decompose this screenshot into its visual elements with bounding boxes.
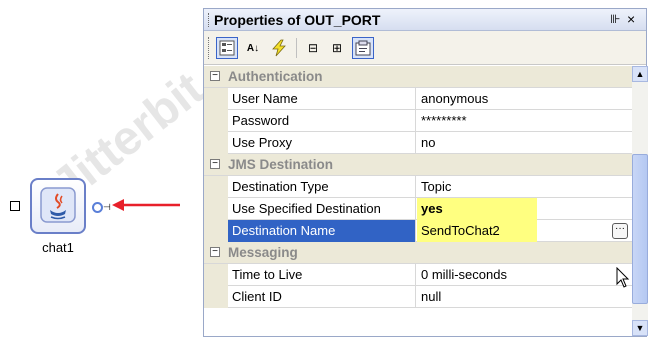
property-pages-button[interactable] <box>352 37 374 59</box>
property-row[interactable]: Time to Live 0 milli-seconds <box>204 264 632 286</box>
expand-button[interactable]: ⊞ <box>326 37 348 59</box>
pin-icon[interactable]: ⊪ <box>610 12 620 26</box>
row-gutter <box>204 176 228 198</box>
property-row[interactable]: Destination Type Topic <box>204 176 632 198</box>
vertical-scrollbar[interactable]: ▲ ▼ <box>632 66 648 336</box>
property-grid: − Authentication User Name anonymous Pas… <box>204 66 632 336</box>
expand-icon: ⊞ <box>331 41 343 55</box>
alphabetical-button[interactable]: A↓ <box>242 37 264 59</box>
property-value[interactable]: Topic <box>417 176 632 198</box>
row-gutter <box>204 264 228 286</box>
row-gutter <box>204 110 228 132</box>
row-gutter <box>204 220 228 242</box>
category-messaging[interactable]: − Messaging <box>204 242 632 264</box>
toolbar-grip[interactable] <box>208 37 211 59</box>
panel-title-bar: Properties of OUT_PORT ⊪ × <box>204 9 646 31</box>
row-gutter <box>204 198 228 220</box>
property-value[interactable]: anonymous <box>417 88 632 110</box>
property-name: Use Proxy <box>228 132 416 154</box>
property-name: User Name <box>228 88 416 110</box>
toolbar: A↓ ⊟ ⊞ <box>204 31 646 65</box>
scroll-up-icon[interactable]: ▲ <box>632 66 648 82</box>
property-value[interactable]: null <box>417 286 632 308</box>
chat-node[interactable] <box>30 178 86 234</box>
red-arrow-icon <box>112 199 180 211</box>
row-gutter <box>204 132 228 154</box>
property-row[interactable]: Client ID null <box>204 286 632 308</box>
collapse-icon: ⊟ <box>307 41 319 55</box>
property-value[interactable]: no <box>417 132 632 154</box>
category-authentication[interactable]: − Authentication <box>204 66 632 88</box>
property-name: Client ID <box>228 286 416 308</box>
property-value[interactable]: yes <box>417 198 537 220</box>
property-name: Password <box>228 110 416 132</box>
category-label: Authentication <box>228 69 323 84</box>
category-label: JMS Destination <box>228 157 334 172</box>
properties-panel: Properties of OUT_PORT ⊪ × A↓ ⊟ ⊞ − Auth… <box>203 8 648 337</box>
property-value[interactable]: 0 milli-seconds <box>417 264 632 286</box>
close-icon[interactable]: × <box>627 11 635 27</box>
destination-name-input[interactable]: SendToChat2 <box>417 220 537 242</box>
row-gutter <box>204 286 228 308</box>
plug-icon: ⊣ <box>103 202 111 212</box>
category-jms-destination[interactable]: − JMS Destination <box>204 154 632 176</box>
property-name: Destination Type <box>228 176 416 198</box>
property-pages-icon <box>355 40 371 56</box>
collapse-toggle-icon[interactable]: − <box>210 71 220 81</box>
property-row-selected[interactable]: Destination Name SendToChat2 ··· <box>204 220 632 242</box>
categorized-icon <box>219 40 235 56</box>
grip-handle[interactable] <box>208 13 211 27</box>
node-label: chat1 <box>42 240 74 255</box>
property-row[interactable]: Use Specified Destination yes <box>204 198 632 220</box>
sort-az-icon: A↓ <box>246 42 260 54</box>
scroll-thumb[interactable] <box>632 154 648 304</box>
input-port[interactable] <box>10 201 20 211</box>
row-gutter <box>204 88 228 110</box>
property-row[interactable]: Use Proxy no <box>204 132 632 154</box>
property-value[interactable]: ********* <box>417 110 632 132</box>
property-name: Time to Live <box>228 264 416 286</box>
toolbar-separator <box>296 38 297 58</box>
output-port[interactable] <box>92 202 103 213</box>
property-row[interactable]: Password ********* <box>204 110 632 132</box>
categorized-button[interactable] <box>216 37 238 59</box>
collapse-toggle-icon[interactable]: − <box>210 247 220 257</box>
java-icon <box>40 187 76 223</box>
panel-title: Properties of OUT_PORT <box>214 12 381 28</box>
events-button[interactable] <box>268 37 290 59</box>
mouse-cursor-icon <box>616 267 630 288</box>
property-name: Use Specified Destination <box>228 198 416 220</box>
lightning-icon <box>272 39 286 57</box>
category-label: Messaging <box>228 245 298 260</box>
collapse-button[interactable]: ⊟ <box>302 37 324 59</box>
property-name: Destination Name <box>228 220 416 242</box>
ellipsis-button[interactable]: ··· <box>612 223 628 239</box>
scroll-down-icon[interactable]: ▼ <box>632 320 648 336</box>
collapse-toggle-icon[interactable]: − <box>210 159 220 169</box>
property-row[interactable]: User Name anonymous <box>204 88 632 110</box>
